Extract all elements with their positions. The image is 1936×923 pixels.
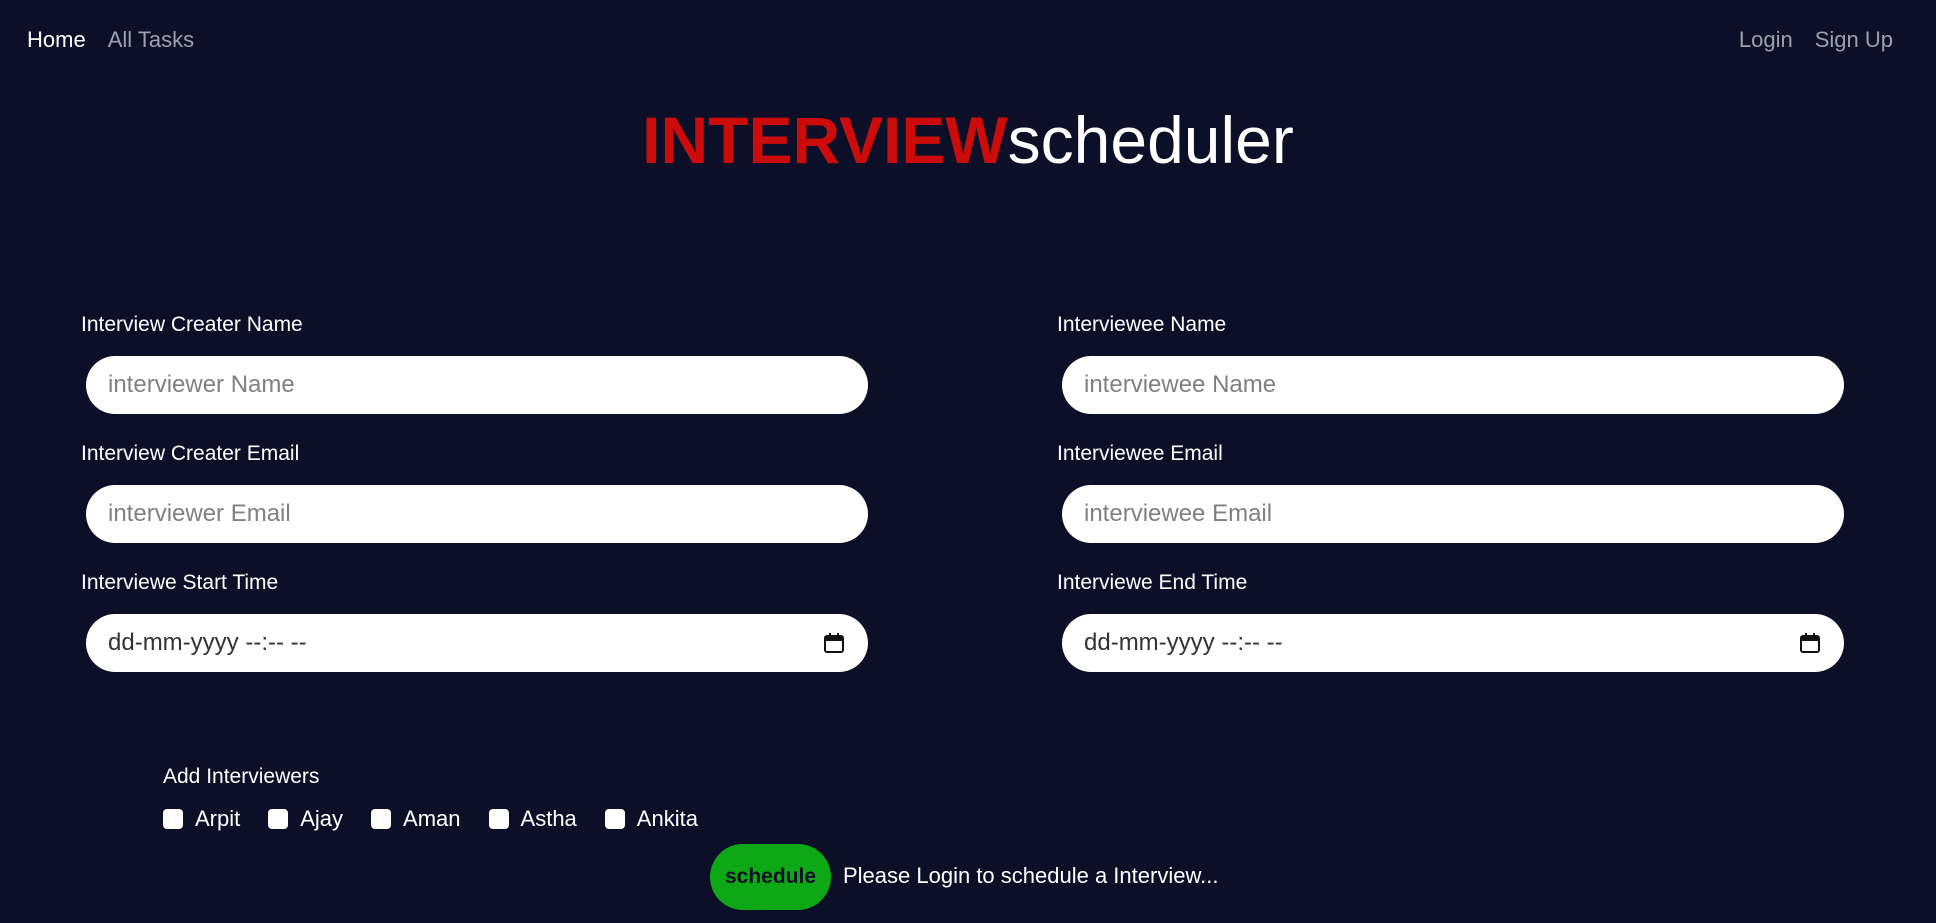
checkbox[interactable] bbox=[163, 809, 183, 829]
nav-right-group: Login Sign Up bbox=[1739, 27, 1893, 53]
login-required-message: Please Login to schedule a Interview... bbox=[843, 863, 1219, 888]
interviewee-name-input[interactable] bbox=[1062, 356, 1844, 414]
calendar-icon[interactable] bbox=[1798, 631, 1822, 655]
calendar-icon[interactable] bbox=[822, 631, 846, 655]
app-title-light: scheduler bbox=[1007, 103, 1294, 177]
interviewer-option-aman[interactable]: Aman bbox=[371, 806, 461, 832]
start-time-value: dd-mm-yyyy --:-- -- bbox=[108, 629, 307, 656]
interviewer-label: Arpit bbox=[195, 806, 241, 831]
creator-name-field: Interview Creater Name bbox=[81, 312, 871, 441]
top-navbar: Home All Tasks Login Sign Up bbox=[27, 24, 1893, 56]
add-interviewers-section: Add Interviewers Arpit Ajay Aman Astha A… bbox=[163, 764, 726, 832]
schedule-button[interactable]: schedule bbox=[710, 844, 831, 910]
end-time-value: dd-mm-yyyy --:-- -- bbox=[1084, 629, 1283, 656]
interviewee-form-column: Interviewee Name Interviewee Email Inter… bbox=[1057, 312, 1847, 699]
nav-all-tasks-link[interactable]: All Tasks bbox=[108, 27, 194, 53]
interviewer-label: Astha bbox=[520, 806, 577, 831]
checkbox[interactable] bbox=[371, 809, 392, 829]
start-time-input[interactable]: dd-mm-yyyy --:-- -- bbox=[86, 614, 868, 672]
nav-signup-link[interactable]: Sign Up bbox=[1815, 27, 1893, 53]
interviewer-label: Ankita bbox=[636, 806, 698, 831]
nav-home-link[interactable]: Home bbox=[27, 27, 86, 53]
creator-name-input[interactable] bbox=[86, 356, 868, 414]
interviewer-option-ankita[interactable]: Ankita bbox=[604, 806, 698, 832]
app-title: INTERVIEWscheduler bbox=[0, 100, 1936, 180]
start-time-field: Interviewe Start Time dd-mm-yyyy --:-- -… bbox=[81, 570, 871, 699]
creator-email-label: Interview Creater Email bbox=[81, 442, 300, 465]
interviewer-option-arpit[interactable]: Arpit bbox=[163, 806, 240, 832]
interviewer-checkbox-group: Arpit Ajay Aman Astha Ankita bbox=[163, 806, 726, 832]
checkbox[interactable] bbox=[488, 809, 509, 829]
checkbox[interactable] bbox=[604, 809, 625, 829]
interviewee-name-label: Interviewee Name bbox=[1057, 313, 1227, 336]
interviewer-option-ajay[interactable]: Ajay bbox=[268, 806, 343, 832]
interviewer-form-column: Interview Creater Name Interview Creater… bbox=[81, 312, 871, 699]
end-time-input[interactable]: dd-mm-yyyy --:-- -- bbox=[1062, 614, 1844, 672]
app-title-bold: INTERVIEW bbox=[642, 103, 1008, 177]
checkbox[interactable] bbox=[268, 809, 289, 829]
interviewer-label: Ajay bbox=[300, 806, 344, 831]
interviewer-label: Aman bbox=[403, 806, 461, 831]
end-time-label: Interviewe End Time bbox=[1057, 571, 1248, 594]
creator-email-field: Interview Creater Email bbox=[81, 441, 871, 570]
start-time-label: Interviewe Start Time bbox=[81, 571, 279, 594]
end-time-field: Interviewe End Time dd-mm-yyyy --:-- -- bbox=[1057, 570, 1847, 699]
add-interviewers-title: Add Interviewers bbox=[163, 765, 320, 788]
interviewee-name-field: Interviewee Name bbox=[1057, 312, 1847, 441]
nav-login-link[interactable]: Login bbox=[1739, 27, 1793, 53]
interviewee-email-input[interactable] bbox=[1062, 485, 1844, 543]
interviewee-email-field: Interviewee Email bbox=[1057, 441, 1847, 570]
creator-email-input[interactable] bbox=[86, 485, 868, 543]
nav-left-group: Home All Tasks bbox=[27, 27, 194, 53]
interviewee-email-label: Interviewee Email bbox=[1057, 442, 1223, 465]
interviewer-option-astha[interactable]: Astha bbox=[488, 806, 577, 832]
creator-name-label: Interview Creater Name bbox=[81, 313, 303, 336]
